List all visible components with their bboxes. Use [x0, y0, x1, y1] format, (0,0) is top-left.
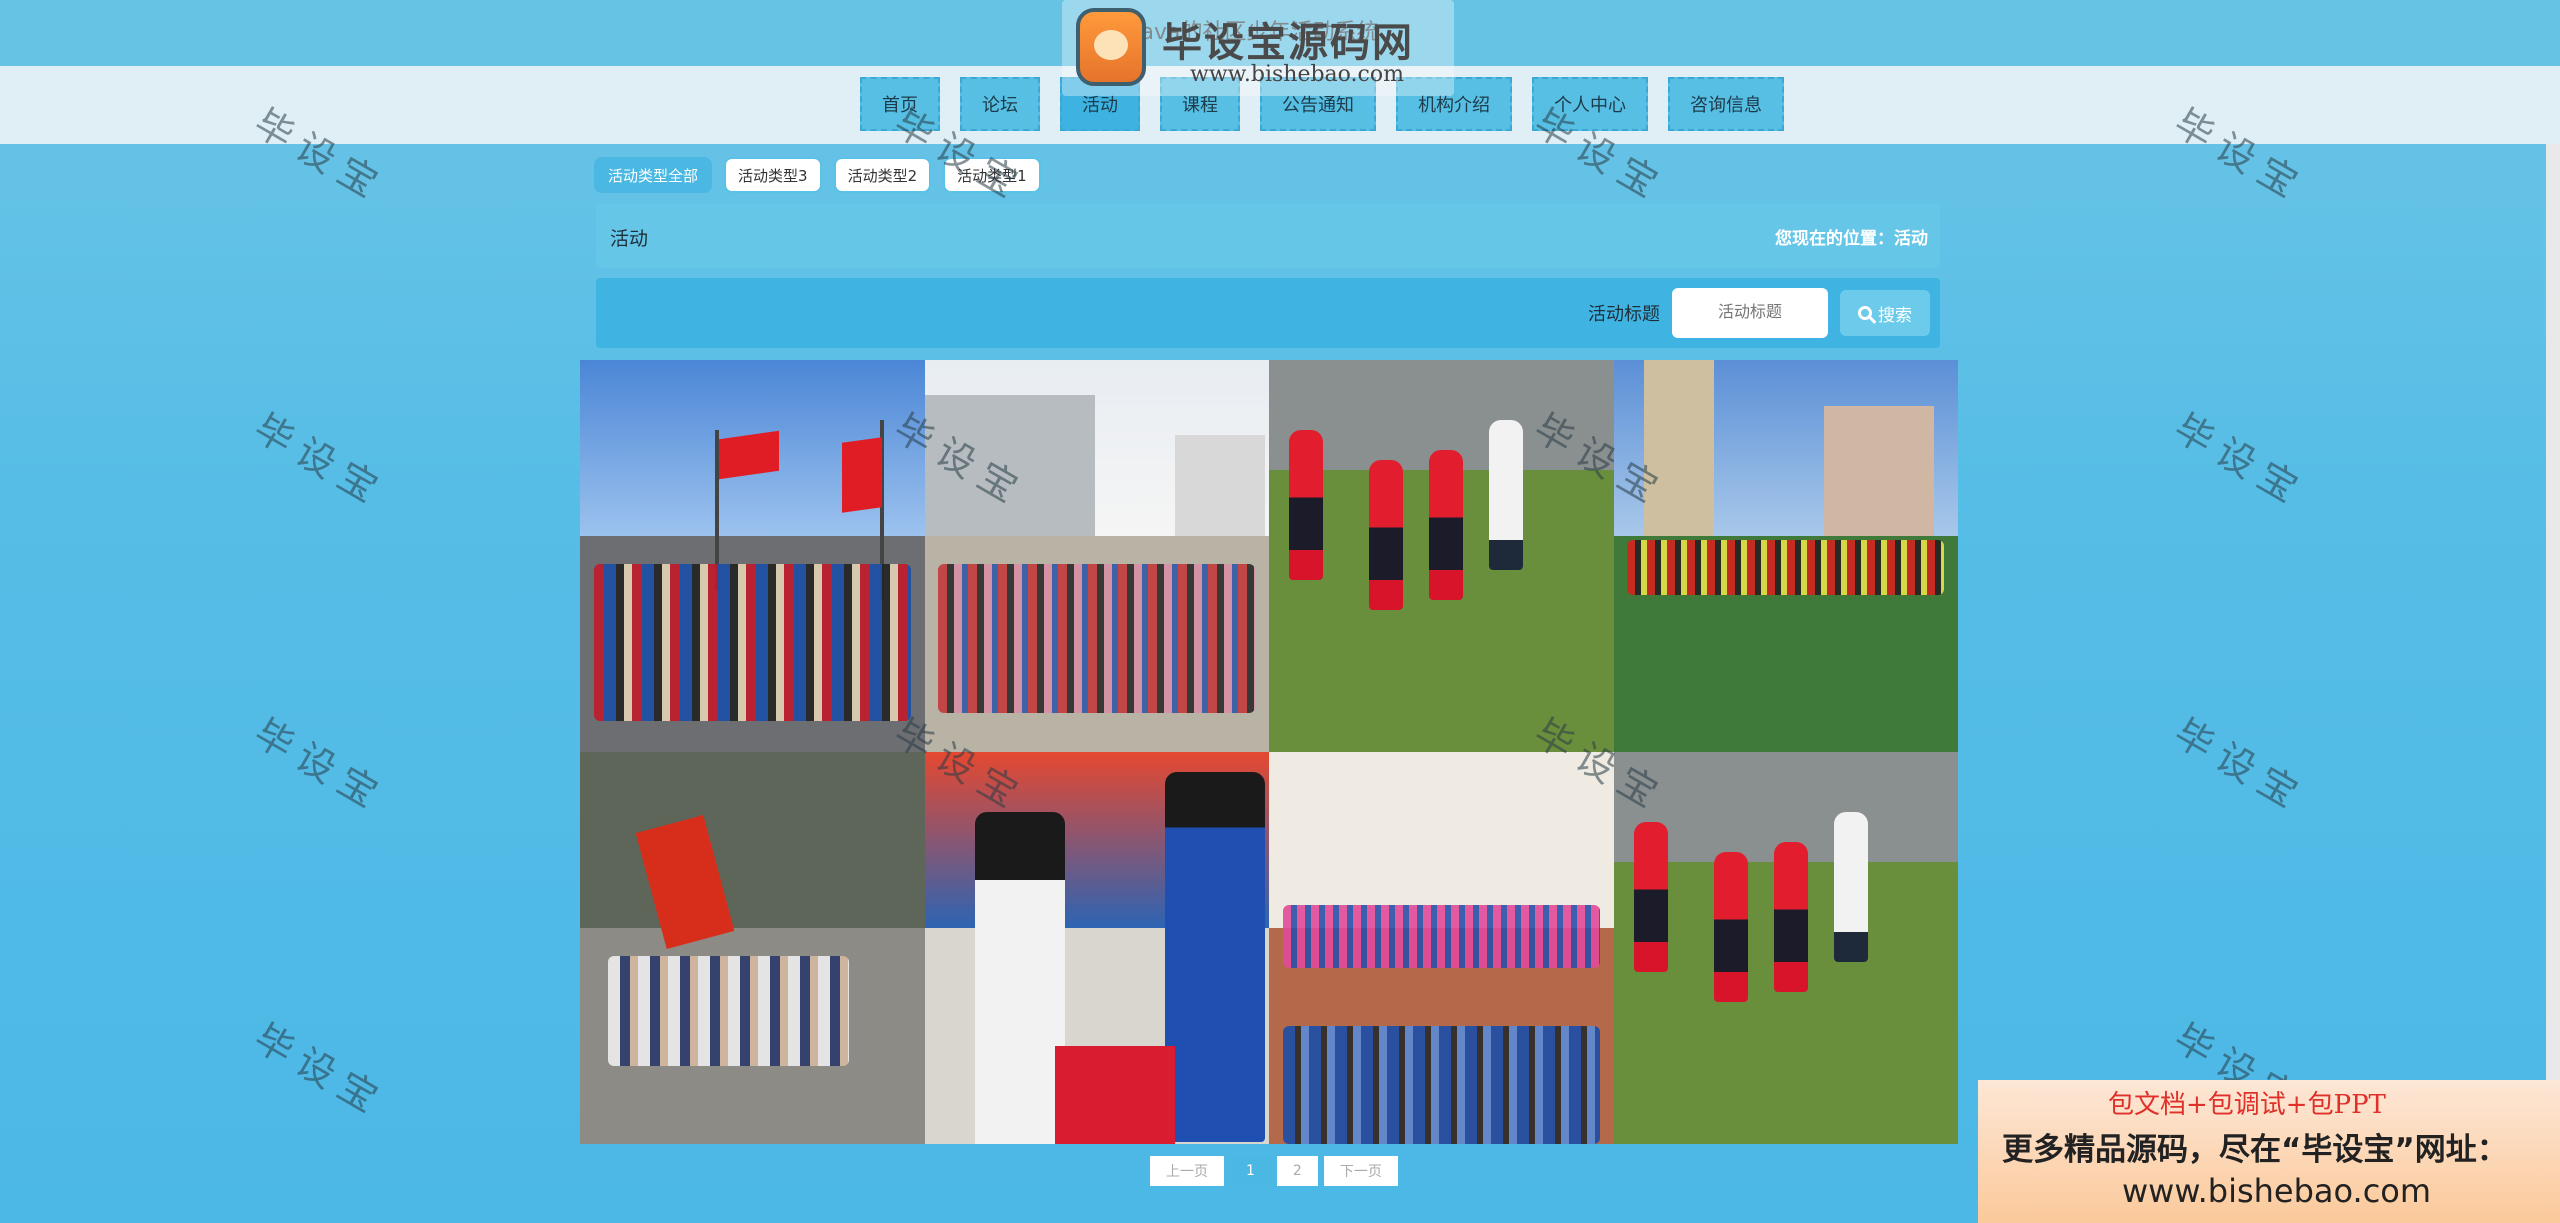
filter-pill-all[interactable]: 活动类型全部	[594, 157, 713, 193]
prev-page-button[interactable]: 上一页	[1150, 1156, 1224, 1186]
activity-card[interactable]	[1613, 360, 1958, 752]
search-button-label: 搜索	[1878, 305, 1912, 326]
nav-item-consult[interactable]: 咨询信息	[1668, 77, 1784, 131]
nav-item-personal-center[interactable]: 个人中心	[1532, 77, 1648, 131]
activity-card[interactable]	[580, 752, 925, 1144]
photo-player	[1429, 450, 1463, 600]
photo-player	[1489, 420, 1523, 570]
page-2-button[interactable]: 2	[1276, 1156, 1318, 1186]
search-input[interactable]	[1672, 288, 1828, 338]
photo-hall-wall	[1269, 752, 1614, 929]
flag-icon	[719, 430, 779, 480]
search-bar: 活动标题 搜索	[596, 278, 1940, 348]
activity-card[interactable]	[1613, 752, 1958, 1144]
photo-performers	[1282, 904, 1600, 968]
watermark: 毕设宝	[246, 405, 394, 516]
breadcrumb: 活动 您现在的位置：活动	[596, 204, 1940, 268]
photo-player	[1773, 842, 1808, 992]
search-button[interactable]: 搜索	[1840, 290, 1930, 336]
activity-type-filter: 活动类型全部 活动类型3 活动类型2 活动类型1	[594, 157, 1041, 193]
page-scrollbar[interactable]	[2546, 144, 2560, 1080]
promo-line-1: 包文档+包调试+包PPT	[2108, 1090, 2386, 1120]
logo-icon	[1076, 8, 1146, 86]
photo-audience	[1282, 1026, 1600, 1144]
activity-card[interactable]	[924, 752, 1269, 1144]
promo-banner[interactable]: 包文档+包调试+包PPT 更多精品源码，尽在“毕设宝”网址： www.bishe…	[1978, 1080, 2560, 1223]
logo-url: www.bishebao.com	[1190, 62, 1404, 87]
watermark: 毕设宝	[246, 1015, 394, 1126]
pagination: 上一页 1 2 下一页	[1150, 1156, 1398, 1186]
watermark: 毕设宝	[2166, 710, 2314, 821]
activity-card[interactable]	[580, 360, 925, 752]
activity-card[interactable]	[1269, 360, 1614, 752]
filter-pill-type1[interactable]: 活动类型1	[943, 157, 1041, 193]
photo-crowd	[593, 563, 911, 721]
flag-icon	[842, 437, 882, 513]
photo-student	[974, 812, 1065, 1144]
activity-card[interactable]	[1269, 752, 1614, 1144]
page-title: 活动	[610, 228, 649, 250]
logo-text: 毕设宝源码网	[1162, 20, 1414, 66]
photo-player	[1833, 812, 1868, 962]
photo-sky	[580, 752, 925, 929]
search-icon	[1858, 306, 1872, 320]
photo-table	[1054, 1046, 1175, 1144]
filter-pill-type3[interactable]: 活动类型3	[724, 157, 822, 193]
activity-card[interactable]	[924, 360, 1269, 752]
watermark: 毕设宝	[2166, 405, 2314, 516]
nav-item-home[interactable]: 首页	[860, 77, 940, 131]
activity-grid	[580, 360, 1958, 1144]
photo-player	[1633, 822, 1668, 972]
photo-crowd	[938, 563, 1256, 713]
nav-item-forum[interactable]: 论坛	[960, 77, 1040, 131]
logo-watermark: 毕设宝源码网 www.bishebao.com	[1062, 0, 1454, 96]
search-label: 活动标题	[1588, 304, 1660, 325]
watermark: 毕设宝	[246, 710, 394, 821]
photo-crowd	[1627, 540, 1945, 596]
next-page-button[interactable]: 下一页	[1323, 1156, 1398, 1186]
page-1-button[interactable]: 1	[1230, 1156, 1271, 1186]
filter-pill-type2[interactable]: 活动类型2	[833, 157, 932, 193]
promo-url: www.bishebao.com	[2122, 1172, 2432, 1210]
promo-line-2: 更多精品源码，尽在“毕设宝”网址：	[2002, 1132, 2508, 1168]
photo-volunteer	[1164, 772, 1265, 1142]
photo-crowd	[607, 955, 849, 1066]
photo-player	[1713, 852, 1748, 1002]
breadcrumb-location: 您现在的位置：活动	[1775, 229, 1928, 249]
photo-player	[1289, 430, 1323, 580]
photo-player	[1369, 460, 1403, 610]
